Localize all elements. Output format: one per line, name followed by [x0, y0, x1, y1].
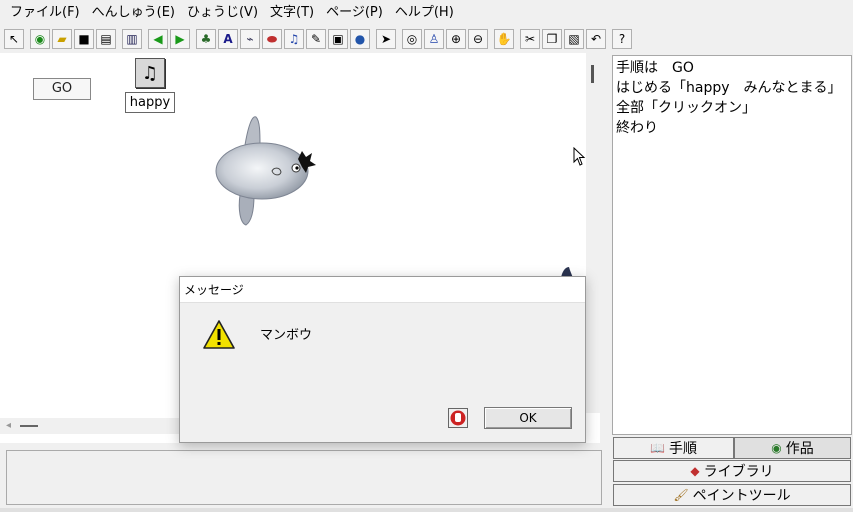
script-editor[interactable]: 手順は GO はじめる「happy みんなとまる」 全部「クリックオン」 終わり	[612, 55, 852, 435]
menu-view[interactable]: ひょうじ(V)	[181, 1, 264, 25]
script-line: はじめる「happy みんなとまる」	[616, 80, 842, 96]
pen-icon[interactable]: ⌁	[240, 29, 260, 49]
character-icon[interactable]: ♣	[196, 29, 216, 49]
shapes-icon: ◆	[690, 464, 700, 478]
music-note-icon[interactable]: ♫	[135, 58, 165, 88]
forward-arrow-icon[interactable]: ▶	[170, 29, 190, 49]
message-dialog: メッセージ マンボウ OK	[179, 276, 586, 443]
save-icon[interactable]: ■	[74, 29, 94, 49]
brush-icon[interactable]: ✎	[306, 29, 326, 49]
menu-help[interactable]: ヘルプ(H)	[389, 1, 460, 25]
eye-icon[interactable]: ◎	[402, 29, 422, 49]
book-icon: 📖	[650, 441, 665, 455]
print-icon[interactable]: ▤	[96, 29, 116, 49]
go-field[interactable]: GO	[33, 78, 91, 100]
help-icon[interactable]: ?	[612, 29, 632, 49]
open-folder-icon[interactable]: ▰	[52, 29, 72, 49]
tab-paint[interactable]: 🖌 ペイントツール	[613, 484, 851, 506]
globe-icon[interactable]: ●	[350, 29, 370, 49]
copy-icon[interactable]: ❐	[542, 29, 562, 49]
menu-edit[interactable]: へんしゅう(E)	[86, 1, 181, 25]
bottom-strip	[0, 508, 853, 512]
paste-icon[interactable]: ▧	[564, 29, 584, 49]
menu-text[interactable]: 文字(T)	[264, 1, 320, 25]
tab-works-label: 作品	[785, 441, 814, 457]
undo-icon[interactable]: ↶	[586, 29, 606, 49]
back-arrow-icon[interactable]: ◀	[148, 29, 168, 49]
toolbar: ↖ ◉ ▰ ■ ▤ ▥ ◀ ▶ ♣ A ⌁ ⬬ ♫ ✎ ▣ ● ➤ ◎ ♙ ⊕ …	[0, 27, 853, 51]
tab-steps-label: 手順	[668, 441, 697, 457]
horizontal-scroll-thumb[interactable]	[20, 425, 38, 427]
button-tool-icon[interactable]: ⬬	[262, 29, 282, 49]
tab-steps[interactable]: 📖 手順	[613, 437, 734, 459]
scroll-left-icon[interactable]: ◂	[6, 420, 11, 431]
dialog-title: メッセージ	[180, 277, 585, 303]
menu-file[interactable]: ファイル(F)	[4, 1, 86, 25]
globe-icon: ◉	[771, 441, 782, 455]
script-line: 全部「クリックオン」	[616, 100, 756, 116]
stop-hand-icon[interactable]: ✋	[494, 29, 514, 49]
paintbrush-icon: 🖌	[673, 488, 689, 502]
warning-icon	[203, 320, 235, 349]
sunfish-image[interactable]	[210, 113, 320, 228]
script-line: 手順は GO	[616, 60, 694, 76]
zoom-out-icon[interactable]: ⊖	[468, 29, 488, 49]
menu-bar: ファイル(F) へんしゅう(E) ひょうじ(V) 文字(T) ページ(P) ヘル…	[0, 0, 853, 26]
dialog-message: マンボウ	[260, 328, 313, 343]
select-arrow-icon[interactable]: ↖	[4, 29, 24, 49]
new-icon[interactable]: ◉	[30, 29, 50, 49]
zoom-in-icon[interactable]: ⊕	[446, 29, 466, 49]
text-tool-icon[interactable]: A	[218, 29, 238, 49]
tab-library-label: ライブラリ	[703, 464, 774, 480]
vertical-scrollbar[interactable]	[586, 53, 600, 413]
movie-icon[interactable]: ▣	[328, 29, 348, 49]
tab-paint-label: ペイントツール	[692, 488, 791, 504]
tab-library[interactable]: ◆ ライブラリ	[613, 460, 851, 482]
cut-icon[interactable]: ✂	[520, 29, 540, 49]
app-window: ファイル(F) へんしゅう(E) ひょうじ(V) 文字(T) ページ(P) ヘル…	[0, 0, 853, 512]
menu-page[interactable]: ページ(P)	[320, 1, 389, 25]
message-output-box	[6, 450, 602, 505]
vertical-scroll-thumb[interactable]	[591, 65, 594, 83]
mouse-cursor-icon	[573, 147, 586, 166]
stop-hand-icon[interactable]	[448, 408, 468, 428]
sound-label[interactable]: happy	[125, 92, 175, 113]
pointer-icon[interactable]: ➤	[376, 29, 396, 49]
ok-button[interactable]: OK	[484, 407, 572, 429]
script-line: 終わり	[616, 120, 658, 136]
page-icon[interactable]: ▥	[122, 29, 142, 49]
tab-works[interactable]: ◉ 作品	[734, 437, 851, 459]
stamp-icon[interactable]: ♙	[424, 29, 444, 49]
music-icon[interactable]: ♫	[284, 29, 304, 49]
